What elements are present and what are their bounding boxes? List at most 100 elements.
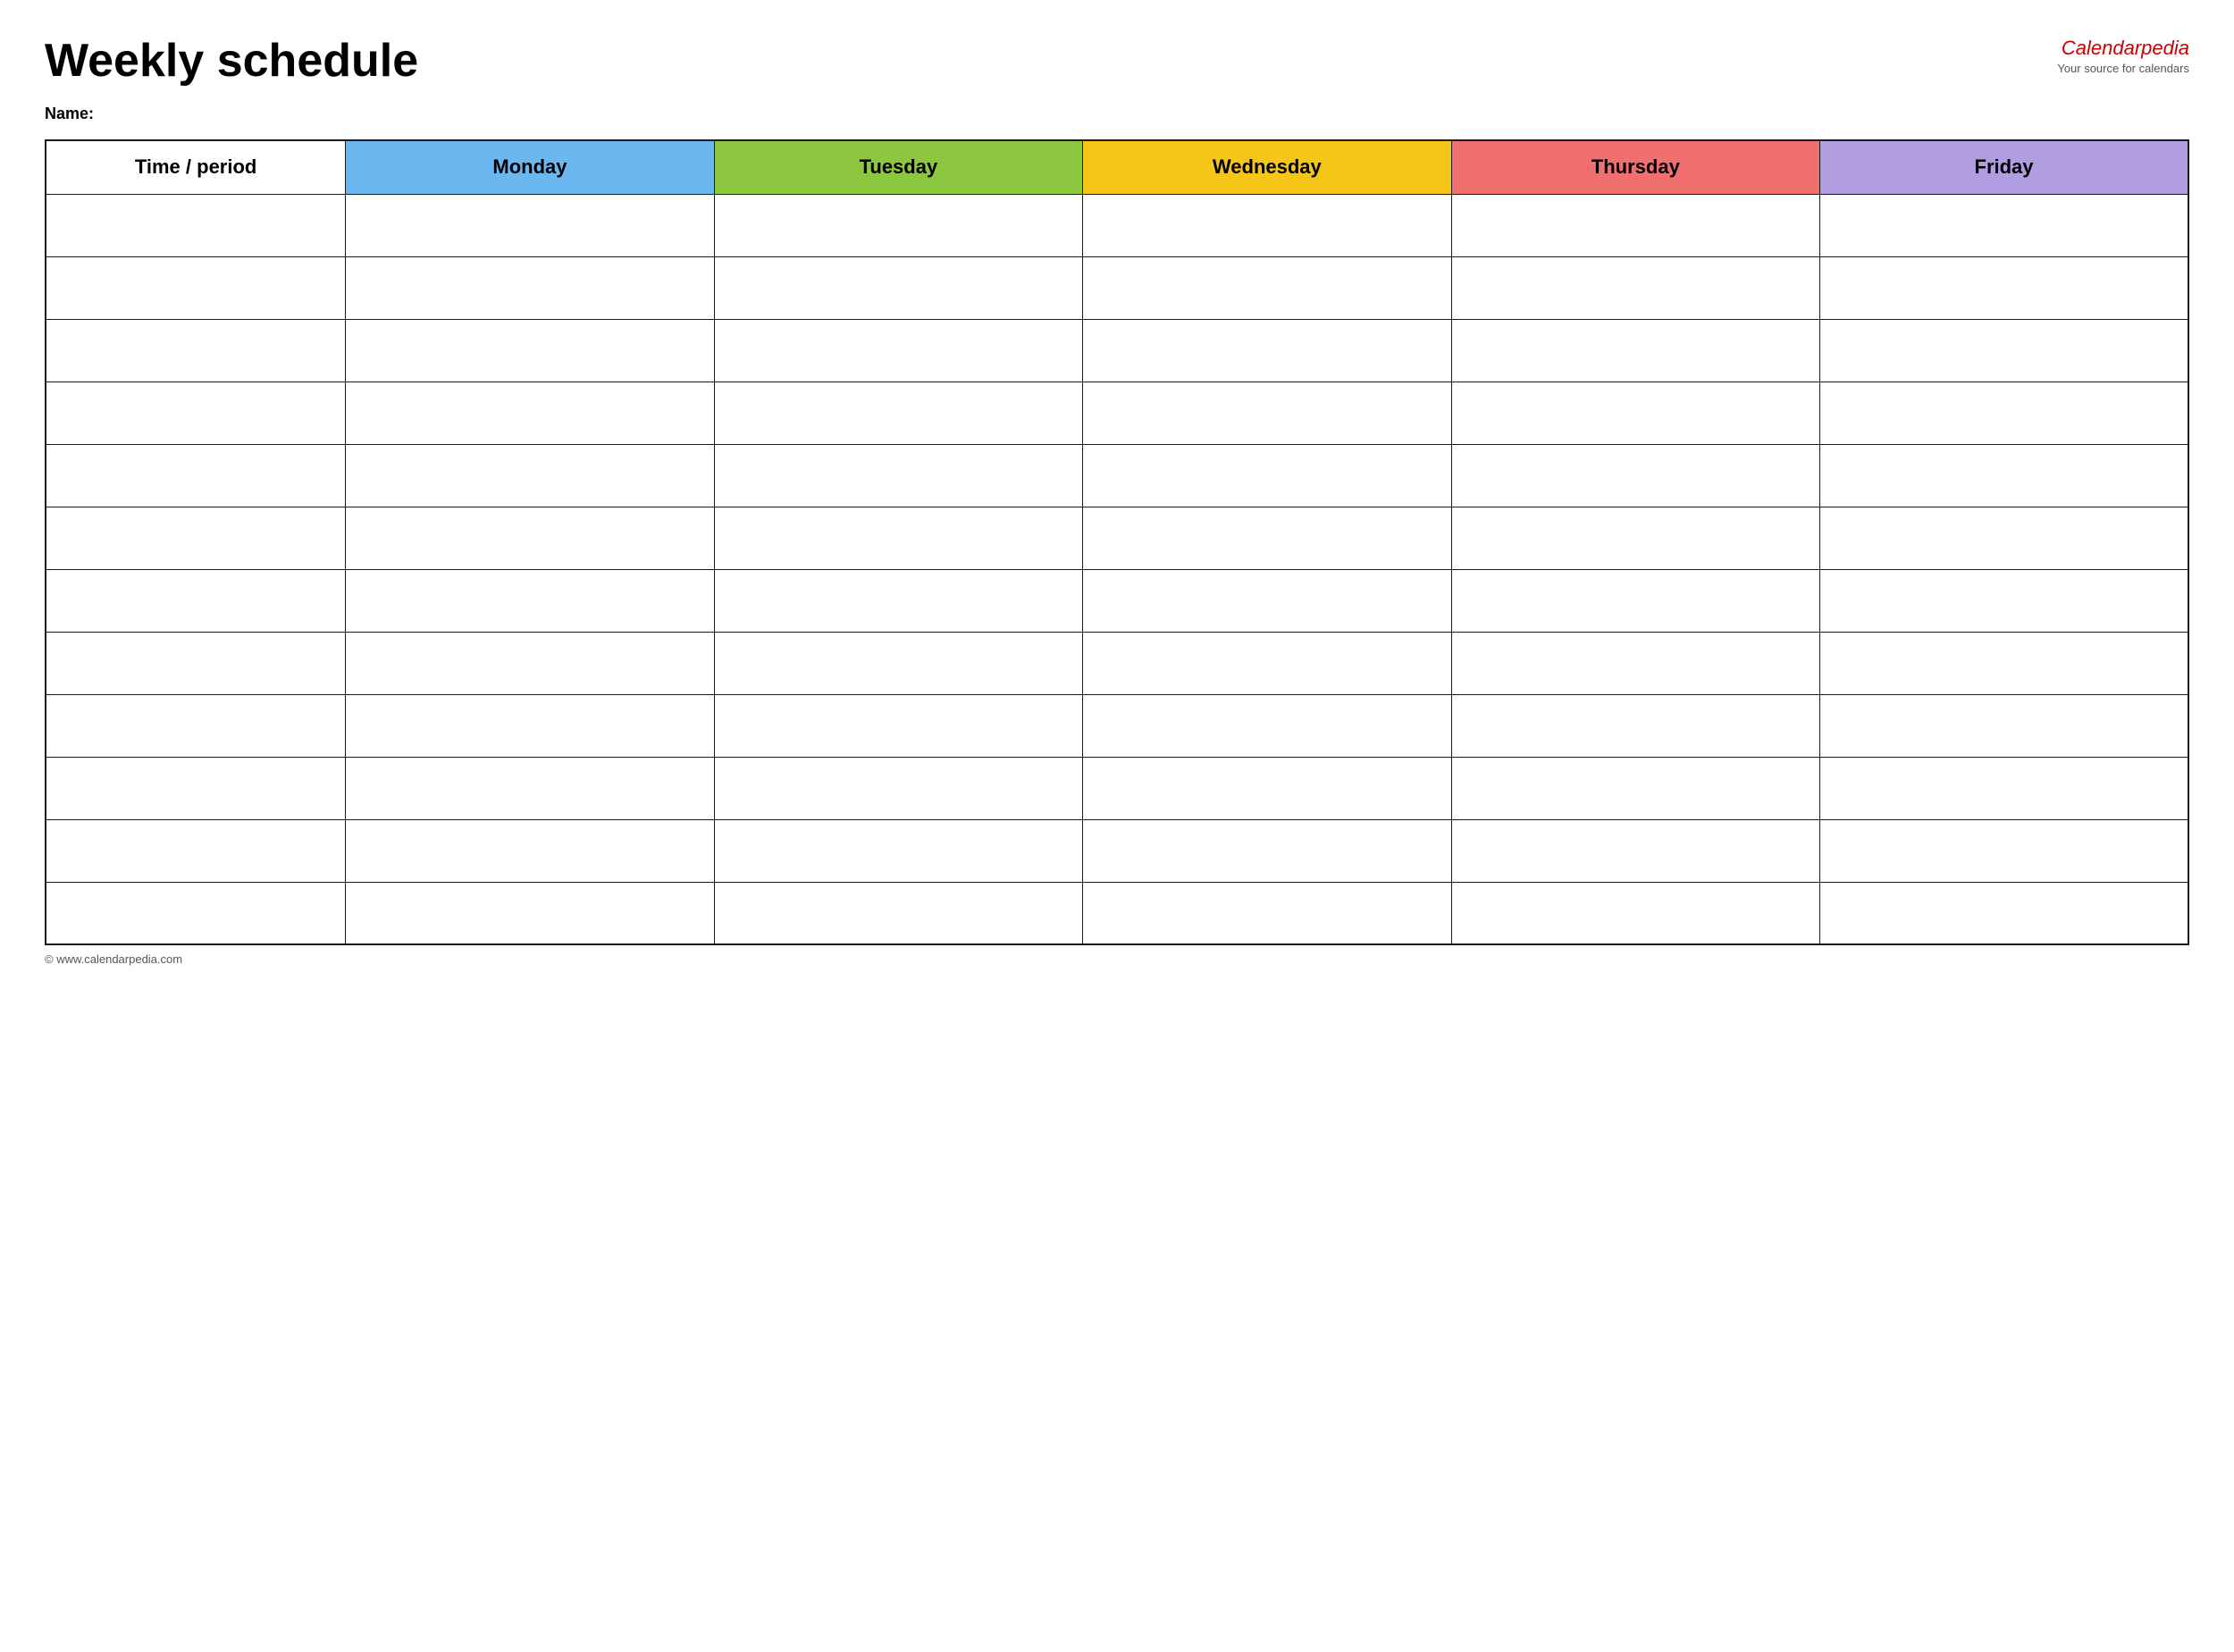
table-cell bbox=[46, 694, 346, 757]
table-cell bbox=[1820, 757, 2188, 819]
table-cell bbox=[714, 507, 1082, 569]
table-row bbox=[46, 256, 2188, 319]
col-header-thursday: Thursday bbox=[1451, 140, 1819, 194]
brand-name-part1: Calendar bbox=[2062, 37, 2141, 59]
table-cell bbox=[1083, 757, 1451, 819]
table-cell bbox=[1820, 256, 2188, 319]
table-cell bbox=[1820, 444, 2188, 507]
schedule-table: Time / period Monday Tuesday Wednesday T… bbox=[45, 139, 2189, 945]
table-cell bbox=[1451, 694, 1819, 757]
table-cell bbox=[714, 444, 1082, 507]
table-cell bbox=[714, 256, 1082, 319]
table-cell bbox=[346, 444, 714, 507]
name-section: Name: bbox=[45, 105, 2189, 123]
table-cell bbox=[714, 382, 1082, 444]
table-cell bbox=[46, 569, 346, 632]
table-cell bbox=[46, 819, 346, 882]
table-cell bbox=[46, 319, 346, 382]
table-row bbox=[46, 819, 2188, 882]
table-cell bbox=[1820, 882, 2188, 944]
table-row bbox=[46, 444, 2188, 507]
name-label: Name: bbox=[45, 105, 94, 122]
col-header-tuesday: Tuesday bbox=[714, 140, 1082, 194]
table-cell bbox=[46, 507, 346, 569]
brand-tagline: Your source for calendars bbox=[2057, 62, 2189, 77]
table-cell bbox=[1451, 569, 1819, 632]
table-cell bbox=[346, 507, 714, 569]
table-cell bbox=[346, 319, 714, 382]
table-cell bbox=[46, 444, 346, 507]
table-cell bbox=[1451, 507, 1819, 569]
table-cell bbox=[714, 757, 1082, 819]
table-cell bbox=[346, 256, 714, 319]
table-cell bbox=[346, 194, 714, 256]
page-title: Weekly schedule bbox=[45, 36, 418, 87]
table-cell bbox=[46, 194, 346, 256]
table-cell bbox=[346, 632, 714, 694]
header-row: Time / period Monday Tuesday Wednesday T… bbox=[46, 140, 2188, 194]
table-row bbox=[46, 694, 2188, 757]
table-cell bbox=[1083, 569, 1451, 632]
table-cell bbox=[1820, 194, 2188, 256]
table-cell bbox=[1083, 382, 1451, 444]
table-cell bbox=[46, 256, 346, 319]
table-cell bbox=[46, 382, 346, 444]
table-cell bbox=[346, 819, 714, 882]
footer: © www.calendarpedia.com bbox=[45, 952, 2189, 966]
table-cell bbox=[346, 882, 714, 944]
table-row bbox=[46, 882, 2188, 944]
table-cell bbox=[1451, 882, 1819, 944]
table-cell bbox=[1451, 819, 1819, 882]
table-cell bbox=[1451, 444, 1819, 507]
table-cell bbox=[1451, 319, 1819, 382]
table-cell bbox=[714, 194, 1082, 256]
table-cell bbox=[714, 569, 1082, 632]
table-cell bbox=[346, 757, 714, 819]
table-cell bbox=[1083, 694, 1451, 757]
table-cell bbox=[1451, 256, 1819, 319]
table-cell bbox=[1820, 632, 2188, 694]
table-cell bbox=[346, 382, 714, 444]
table-row bbox=[46, 569, 2188, 632]
table-cell bbox=[46, 632, 346, 694]
table-cell bbox=[1451, 382, 1819, 444]
table-cell bbox=[1083, 256, 1451, 319]
table-cell bbox=[714, 319, 1082, 382]
col-header-time: Time / period bbox=[46, 140, 346, 194]
brand-name-part2: pedia bbox=[2141, 37, 2189, 59]
table-cell bbox=[1820, 819, 2188, 882]
table-cell bbox=[1083, 819, 1451, 882]
table-cell bbox=[46, 757, 346, 819]
table-body bbox=[46, 194, 2188, 944]
table-cell bbox=[346, 694, 714, 757]
table-cell bbox=[1083, 882, 1451, 944]
brand-logo: Calendarpedia Your source for calendars bbox=[2057, 36, 2189, 76]
table-cell bbox=[1820, 382, 2188, 444]
table-cell bbox=[1083, 319, 1451, 382]
table-cell bbox=[1451, 757, 1819, 819]
page-header: Weekly schedule Calendarpedia Your sourc… bbox=[45, 36, 2189, 87]
table-cell bbox=[714, 632, 1082, 694]
table-cell bbox=[1083, 507, 1451, 569]
table-cell bbox=[1820, 569, 2188, 632]
col-header-monday: Monday bbox=[346, 140, 714, 194]
table-cell bbox=[714, 694, 1082, 757]
table-row bbox=[46, 507, 2188, 569]
table-cell bbox=[1451, 194, 1819, 256]
copyright-text: © www.calendarpedia.com bbox=[45, 952, 182, 966]
table-cell bbox=[1451, 632, 1819, 694]
table-cell bbox=[1083, 194, 1451, 256]
table-cell bbox=[1083, 444, 1451, 507]
brand-name: Calendarpedia bbox=[2057, 36, 2189, 62]
table-cell bbox=[1820, 694, 2188, 757]
table-row bbox=[46, 194, 2188, 256]
table-row bbox=[46, 632, 2188, 694]
table-cell bbox=[1083, 632, 1451, 694]
col-header-friday: Friday bbox=[1820, 140, 2188, 194]
table-cell bbox=[346, 569, 714, 632]
table-row bbox=[46, 757, 2188, 819]
table-cell bbox=[714, 882, 1082, 944]
table-row bbox=[46, 319, 2188, 382]
col-header-wednesday: Wednesday bbox=[1083, 140, 1451, 194]
table-cell bbox=[1820, 507, 2188, 569]
